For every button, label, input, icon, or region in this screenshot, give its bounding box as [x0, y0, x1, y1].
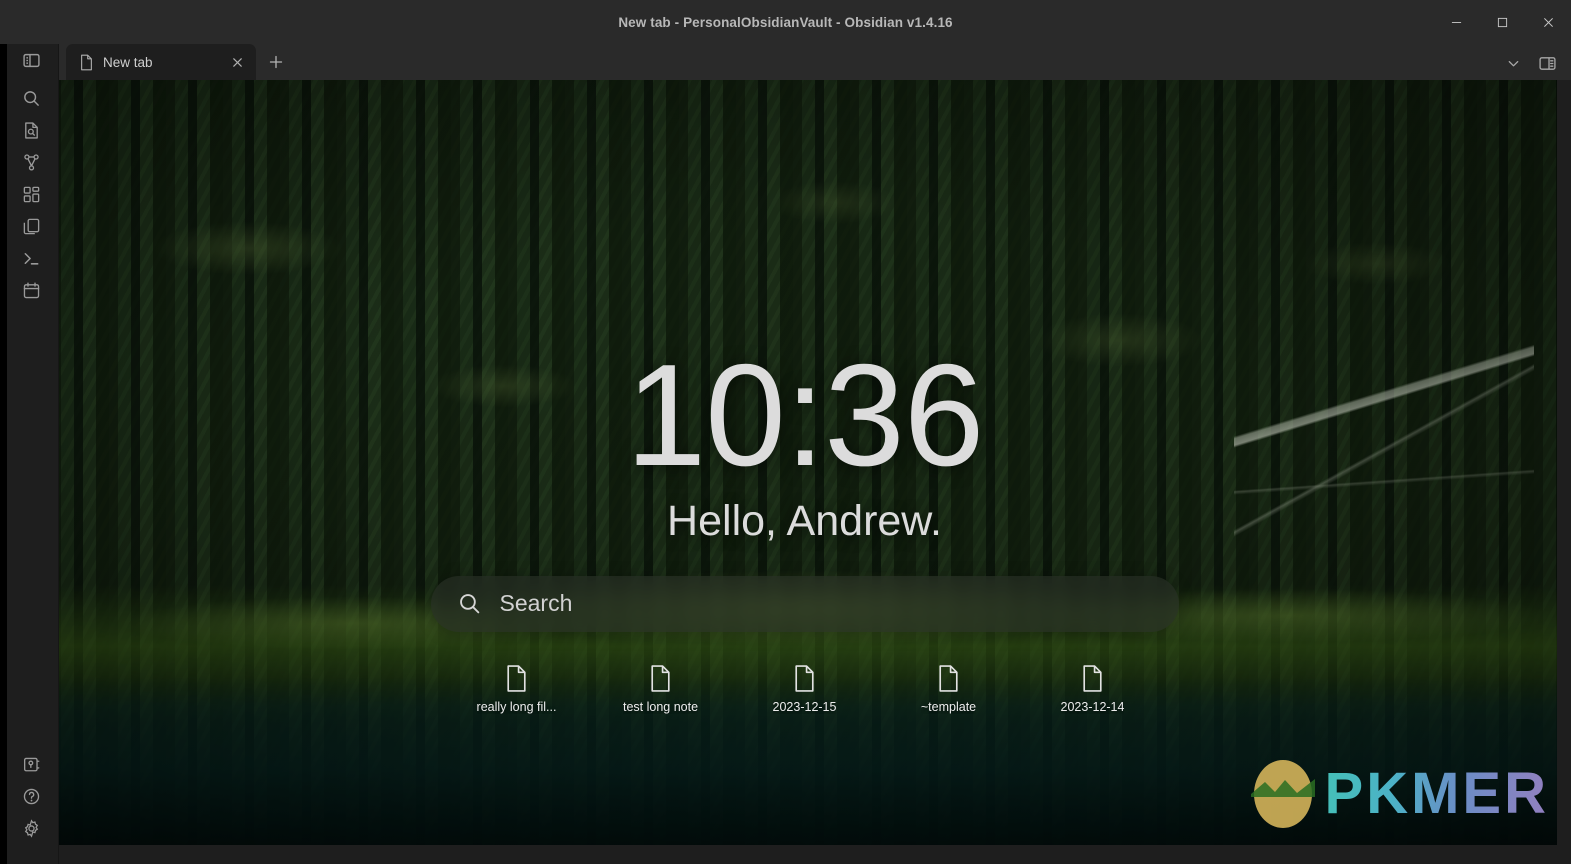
- pkmer-watermark-text: PKMER: [1324, 760, 1549, 826]
- file-search-icon[interactable]: [11, 114, 51, 146]
- tab-new-tab[interactable]: New tab: [66, 44, 256, 80]
- shortcut-item[interactable]: 2023-12-15: [755, 660, 855, 718]
- settings-gear-icon[interactable]: [11, 812, 51, 844]
- title-bar: New tab - PersonalObsidianVault - Obsidi…: [0, 0, 1571, 44]
- greeting: Hello, Andrew.: [667, 496, 942, 545]
- main-content-area: 10:36 Hello, Andrew. really: [52, 80, 1557, 845]
- homepage-widgets: 10:36 Hello, Andrew. really: [52, 80, 1557, 845]
- toggle-right-sidebar-icon[interactable]: [1532, 49, 1562, 77]
- graph-view-icon[interactable]: [11, 146, 51, 178]
- close-button[interactable]: [1525, 0, 1571, 44]
- file-icon: [1080, 664, 1105, 693]
- tab-label: New tab: [103, 54, 153, 70]
- file-icon: [504, 664, 529, 693]
- shortcut-label: 2023-12-15: [772, 699, 837, 714]
- shortcut-item[interactable]: really long fil...: [467, 660, 567, 718]
- shortcut-label: ~template: [920, 699, 977, 714]
- shortcut-item[interactable]: ~template: [899, 660, 999, 718]
- obsidian-window: 10:36 Hello, Andrew. really: [0, 0, 1571, 864]
- canvas-icon[interactable]: [11, 178, 51, 210]
- file-icon: [792, 664, 817, 693]
- search-bar[interactable]: [430, 575, 1179, 632]
- search-input[interactable]: [499, 590, 1153, 618]
- shortcut-label: test long note: [622, 699, 699, 714]
- shortcut-item[interactable]: test long note: [611, 660, 711, 718]
- tab-bar: New tab: [59, 44, 1571, 80]
- recent-files-shortcuts: really long fil... test long note 2023-1…: [467, 660, 1143, 718]
- shortcut-label: 2023-12-14: [1060, 699, 1125, 714]
- ribbon-top-items: [11, 44, 51, 306]
- shortcut-item[interactable]: 2023-12-14: [1043, 660, 1143, 718]
- clock: 10:36: [625, 334, 985, 496]
- left-ribbon: [0, 0, 59, 864]
- add-tab-button[interactable]: [262, 48, 290, 76]
- search-icon: [457, 591, 482, 616]
- minimize-button[interactable]: [1433, 0, 1479, 44]
- calendar-icon[interactable]: [11, 274, 51, 306]
- tab-bar-right-controls: [1498, 49, 1571, 77]
- search-icon[interactable]: [11, 82, 51, 114]
- file-icon: [79, 54, 94, 71]
- maximize-button[interactable]: [1479, 0, 1525, 44]
- toggle-left-sidebar-icon[interactable]: [11, 44, 51, 76]
- close-icon[interactable]: [228, 53, 246, 71]
- file-icon: [936, 664, 961, 693]
- window-controls: [1433, 0, 1571, 44]
- pkmer-watermark: PKMER: [1249, 752, 1549, 835]
- file-icon: [648, 664, 673, 693]
- terminal-icon[interactable]: [11, 242, 51, 274]
- shortcut-label: really long fil...: [476, 699, 557, 714]
- ribbon-bottom-items: [11, 748, 51, 844]
- window-title: New tab - PersonalObsidianVault - Obsidi…: [618, 14, 953, 30]
- chevron-down-icon[interactable]: [1498, 49, 1528, 77]
- pkmer-egg-logo-icon: [1249, 752, 1317, 835]
- vault-switcher-icon[interactable]: [11, 748, 51, 780]
- help-icon[interactable]: [11, 780, 51, 812]
- copy-files-icon[interactable]: [11, 210, 51, 242]
